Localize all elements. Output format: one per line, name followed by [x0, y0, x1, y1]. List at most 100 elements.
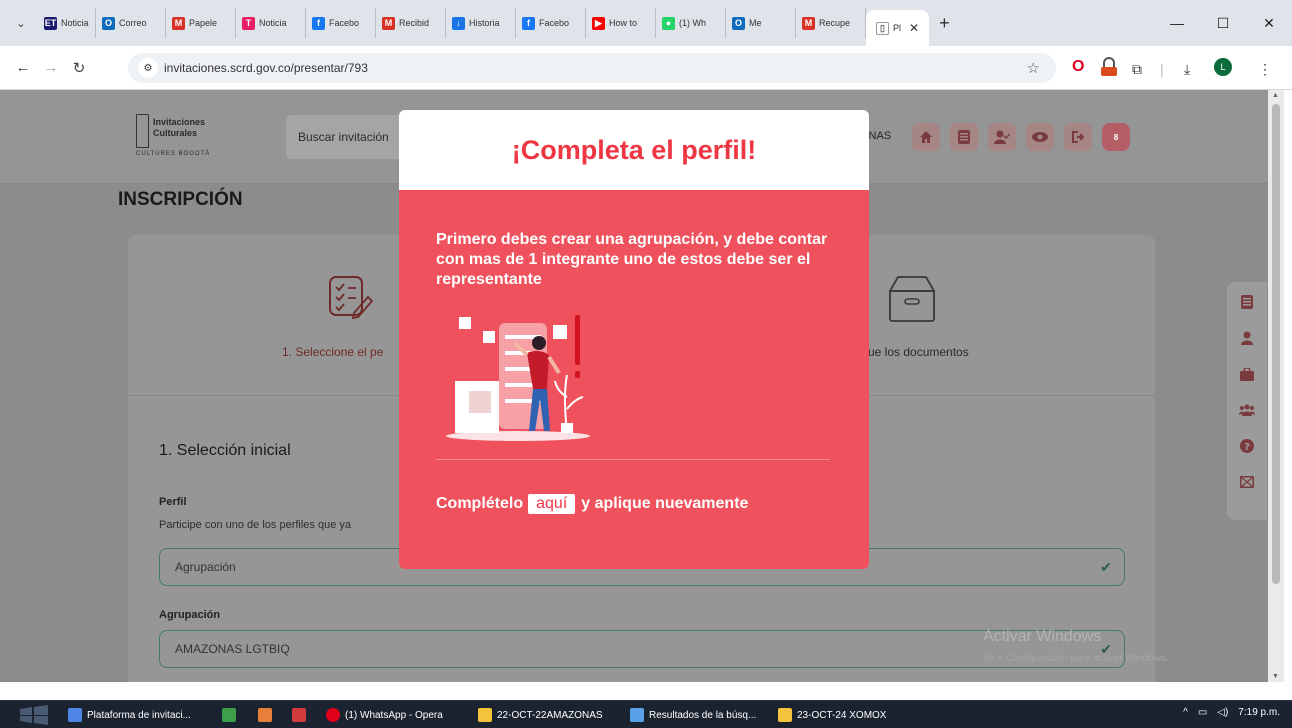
url-text: invitaciones.scrd.gov.co/presentar/793 — [164, 61, 368, 75]
tab-label: Correo — [119, 18, 147, 28]
photos-icon — [630, 708, 644, 722]
complete-profile-modal: ¡Completa el perfil! Primero debes crear… — [399, 110, 869, 569]
tab-label: Papele — [189, 18, 218, 28]
browser-tab[interactable]: M Papele — [166, 8, 236, 38]
browser-tab[interactable]: ▶ How to — [586, 8, 656, 38]
forward-button[interactable]: → — [38, 59, 64, 76]
logo-line-2: Culturales — [153, 128, 198, 138]
browser-menu-icon[interactable]: ⋮ — [1258, 61, 1272, 78]
tab-favicon-icon: M — [382, 16, 395, 30]
address-bar[interactable]: ⚙ invitaciones.scrd.gov.co/presentar/793… — [128, 53, 1056, 83]
tab-favicon-icon: ↓ — [452, 16, 465, 30]
extensions-puzzle-icon[interactable]: ⧉ — [1132, 61, 1142, 78]
tab-label: Historia — [469, 18, 500, 28]
tab-active[interactable]: ▯ Pl ✕ — [866, 10, 930, 46]
list-icon[interactable] — [1239, 294, 1255, 310]
bookmark-star-icon[interactable]: ☆ — [1027, 59, 1040, 77]
toolbar-separator: | — [1160, 61, 1164, 77]
tab-label: Facebo — [329, 18, 360, 28]
maximize-button[interactable]: ☐ — [1200, 15, 1246, 32]
user-check-icon[interactable] — [988, 123, 1016, 151]
close-tab-icon[interactable]: ✕ — [909, 21, 919, 35]
notification-badge[interactable]: 8 — [1102, 123, 1130, 151]
header-icon-bar: 8 — [912, 123, 1140, 151]
eye-icon[interactable] — [1026, 123, 1054, 151]
tab-search-icon[interactable]: ⌄ — [10, 12, 32, 34]
reload-button[interactable]: ↻ — [66, 59, 92, 77]
help-icon[interactable]: ? — [1239, 438, 1255, 454]
volume-icon[interactable]: ◁) — [1217, 707, 1228, 718]
taskbar-item-folder[interactable]: 22-OCT-22AMAZONAS — [478, 705, 603, 725]
modal-message: Primero debes crear una agrupación, y de… — [436, 231, 828, 288]
list-icon[interactable] — [950, 123, 978, 151]
downloads-icon[interactable]: ⤓ — [1184, 61, 1190, 78]
modal-title: ¡Completa el perfil! — [511, 134, 757, 165]
browser-tab[interactable]: O Correo — [96, 8, 166, 38]
pagar-extension-icon[interactable] — [1098, 57, 1120, 79]
users-group-icon[interactable] — [1239, 402, 1255, 418]
tab-favicon-icon: ● — [662, 16, 675, 30]
svg-text:?: ? — [1244, 442, 1250, 453]
minimize-button[interactable]: — — [1154, 15, 1200, 31]
taskbar-item-search-results[interactable]: Resultados de la búsq... — [630, 705, 756, 725]
opera-extension-icon[interactable]: O — [1072, 58, 1084, 76]
close-window-button[interactable]: ✕ — [1246, 15, 1292, 32]
perfil-help-text: Participe con uno de los perfiles que ya — [159, 519, 352, 531]
back-button[interactable]: ← — [10, 59, 36, 76]
logo-line-3: CULTURES BOGOTÁ — [136, 151, 211, 157]
folder-icon — [478, 708, 492, 722]
logo-line-1: Invitaciones — [153, 117, 206, 127]
agrupacion-select-value: AMAZONAS LGTBIQ — [175, 642, 290, 656]
browser-tab[interactable]: O Me — [726, 8, 796, 38]
tab-favicon-icon: f — [312, 16, 325, 30]
new-tab-button[interactable]: + — [939, 13, 950, 34]
complete-profile-link[interactable]: aquí — [528, 494, 576, 514]
system-tray: ^ ▭ ◁) 7:19 p.m. — [1173, 707, 1280, 718]
scroll-up-arrow[interactable]: ▲ — [1272, 92, 1279, 99]
tab-label: How to — [609, 18, 638, 28]
taskbar-item-opera[interactable]: (1) WhatsApp - Opera — [326, 705, 443, 725]
briefcase-icon[interactable] — [1239, 366, 1255, 382]
site-logo[interactable]: Invitaciones Culturales CULTURES BOGOTÁ — [136, 114, 246, 158]
user-icon[interactable] — [1239, 330, 1255, 346]
browser-tab[interactable]: f Facebo — [516, 8, 586, 38]
profile-avatar[interactable]: L — [1214, 58, 1232, 76]
taskbar-pinned-app[interactable] — [292, 705, 311, 725]
mail-icon[interactable] — [1239, 474, 1255, 490]
browser-tab[interactable]: f Facebo — [306, 8, 376, 38]
scrollbar-thumb[interactable] — [1272, 104, 1280, 584]
browser-tab[interactable]: M Recibid — [376, 8, 446, 38]
site-info-icon[interactable]: ⚙ — [138, 58, 158, 78]
tab-favicon-icon: f — [522, 16, 535, 30]
scroll-down-arrow[interactable]: ▼ — [1272, 673, 1279, 680]
page-scrollbar[interactable]: ▲ ▼ — [1268, 90, 1284, 682]
taskbar-item-folder[interactable]: 23-OCT-24 XOMOX — [778, 705, 886, 725]
browser-tab[interactable]: ↓ Historia — [446, 8, 516, 38]
chevron-up-icon[interactable]: ^ — [1183, 707, 1188, 718]
step-1-label: 1. Seleccione el pe — [282, 345, 384, 359]
windows-activation-sub: Ve a Configuración para activar Windows. — [983, 653, 1169, 664]
folder-icon — [778, 708, 792, 722]
profile-illustration — [443, 315, 593, 445]
taskbar-pinned-app[interactable] — [222, 705, 241, 725]
app-icon — [222, 708, 236, 722]
perfil-select-value: Agrupación — [175, 560, 236, 574]
browser-tabstrip: ⌄ ET Noticia O Correo M Papele T Noticia f Facebo… — [0, 0, 1292, 46]
taskbar-pinned-app[interactable] — [258, 705, 277, 725]
start-button[interactable] — [14, 705, 54, 725]
browser-tab[interactable]: M Recupe — [796, 8, 866, 38]
logout-icon[interactable] — [1064, 123, 1092, 151]
home-icon[interactable] — [912, 123, 940, 151]
browser-tab[interactable]: ● (1) Wh — [656, 8, 726, 38]
page-viewport: Invitaciones Culturales CULTURES BOGOTÁ … — [0, 90, 1268, 682]
browser-tab[interactable]: ET Noticia — [38, 8, 96, 38]
browser-tab[interactable]: T Noticia — [236, 8, 306, 38]
clock[interactable]: 7:19 p.m. — [1238, 707, 1280, 718]
windows-activation-title: Activar Windows — [983, 628, 1102, 645]
tab-label: Recibid — [399, 18, 430, 28]
network-icon[interactable]: ▭ — [1198, 707, 1207, 718]
agrupacion-select[interactable]: AMAZONAS LGTBIQ ✔ — [159, 630, 1125, 668]
footer-text-after: y aplique nuevamente — [581, 495, 749, 512]
taskbar-item-browser[interactable]: Plataforma de invitaci... — [68, 705, 191, 725]
modal-footer: Complételo aquí y aplique nuevamente — [436, 494, 748, 514]
